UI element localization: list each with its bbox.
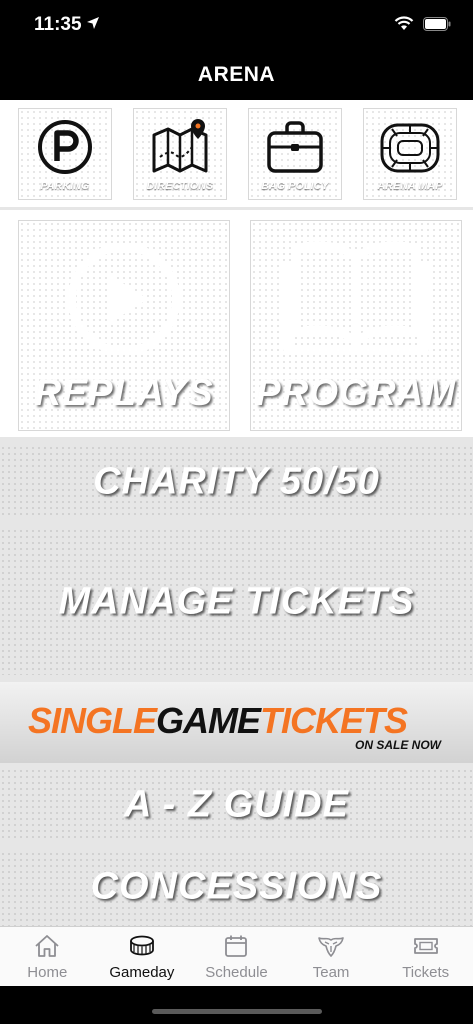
page-title: ARENA [197,63,276,86]
tile-label: PROGRAM [255,372,457,413]
directions-tile[interactable]: DIRECTIONS [133,108,227,200]
tab-label: Gameday [109,964,175,981]
tab-schedule[interactable]: Schedule [189,927,284,986]
single-game-tickets-banner[interactable]: SINGLEGAMETICKETS ON SALE NOW [0,682,473,763]
tab-team[interactable]: Team [284,927,379,986]
concessions-banner[interactable]: CONCESSIONS [0,851,473,926]
quick-tiles-row: PARKING DIRECTIONS BAG POLICY ARENA MAP [0,100,473,207]
promo-word-single: SINGLE [28,700,157,741]
tab-gameday[interactable]: Gameday [95,927,190,986]
promo-subtitle: ON SALE NOW [355,738,441,752]
arena-map-tile[interactable]: ARENA MAP [363,108,457,200]
tile-label: PARKING [40,180,90,192]
banner-label: CHARITY 50/50 [93,460,380,503]
map-pin-icon [152,119,208,173]
promo-headline: SINGLEGAMETICKETS [28,700,408,742]
parking-tile[interactable]: PARKING [18,108,112,200]
promo-word-tickets: TICKETS [260,700,408,741]
manage-tickets-banner[interactable]: MANAGE TICKETS [0,528,473,675]
tab-label: Home [27,964,68,981]
az-guide-banner[interactable]: A - Z GUIDE [0,768,473,842]
home-indicator-area [0,986,473,1024]
house-icon [35,935,59,957]
book-icon [283,241,429,353]
tab-bar: Home Gameday Schedule Team Tickets [0,926,473,986]
battery-icon [423,16,451,31]
banner-label: MANAGE TICKETS [58,580,415,622]
home-indicator[interactable] [151,1009,322,1014]
tile-label: BAG POLICY [261,180,329,192]
ticket-icon [413,938,438,954]
tab-label: Schedule [205,964,268,981]
status-bar: 11:35 [0,0,473,50]
tab-label: Tickets [402,964,450,981]
tile-label: DIRECTIONS [146,180,214,192]
banner-label: A - Z GUIDE [124,783,349,826]
wifi-icon [394,16,414,30]
puck-icon [129,935,154,956]
gameday-content: PARKING DIRECTIONS BAG POLICY ARENA MAP … [0,100,473,926]
tile-label: REPLAYS [34,372,214,413]
replays-tile[interactable]: REPLAYS [18,220,230,431]
tab-home[interactable]: Home [0,927,95,986]
program-tile[interactable]: PROGRAM [250,220,462,431]
calendar-icon [225,935,248,957]
banner-label: CONCESSIONS [90,865,383,908]
parking-icon [38,120,92,174]
bag-policy-tile[interactable]: BAG POLICY [248,108,342,200]
navigation-bar: ARENA [0,50,473,100]
feature-tiles-row: REPLAYS PROGRAM [0,210,473,437]
promo-word-game: GAME [156,700,261,741]
bag-icon [267,121,323,173]
charity-5050-banner[interactable]: CHARITY 50/50 [0,445,473,519]
arena-map-icon [380,123,440,173]
play-icon [68,243,180,355]
status-indicators [394,16,451,31]
tab-tickets[interactable]: Tickets [378,927,473,986]
tab-label: Team [312,964,350,981]
location-arrow-icon [87,17,99,29]
team-logo-icon [318,937,344,957]
status-time: 11:35 [34,14,82,35]
tile-label: ARENA MAP [377,180,443,192]
